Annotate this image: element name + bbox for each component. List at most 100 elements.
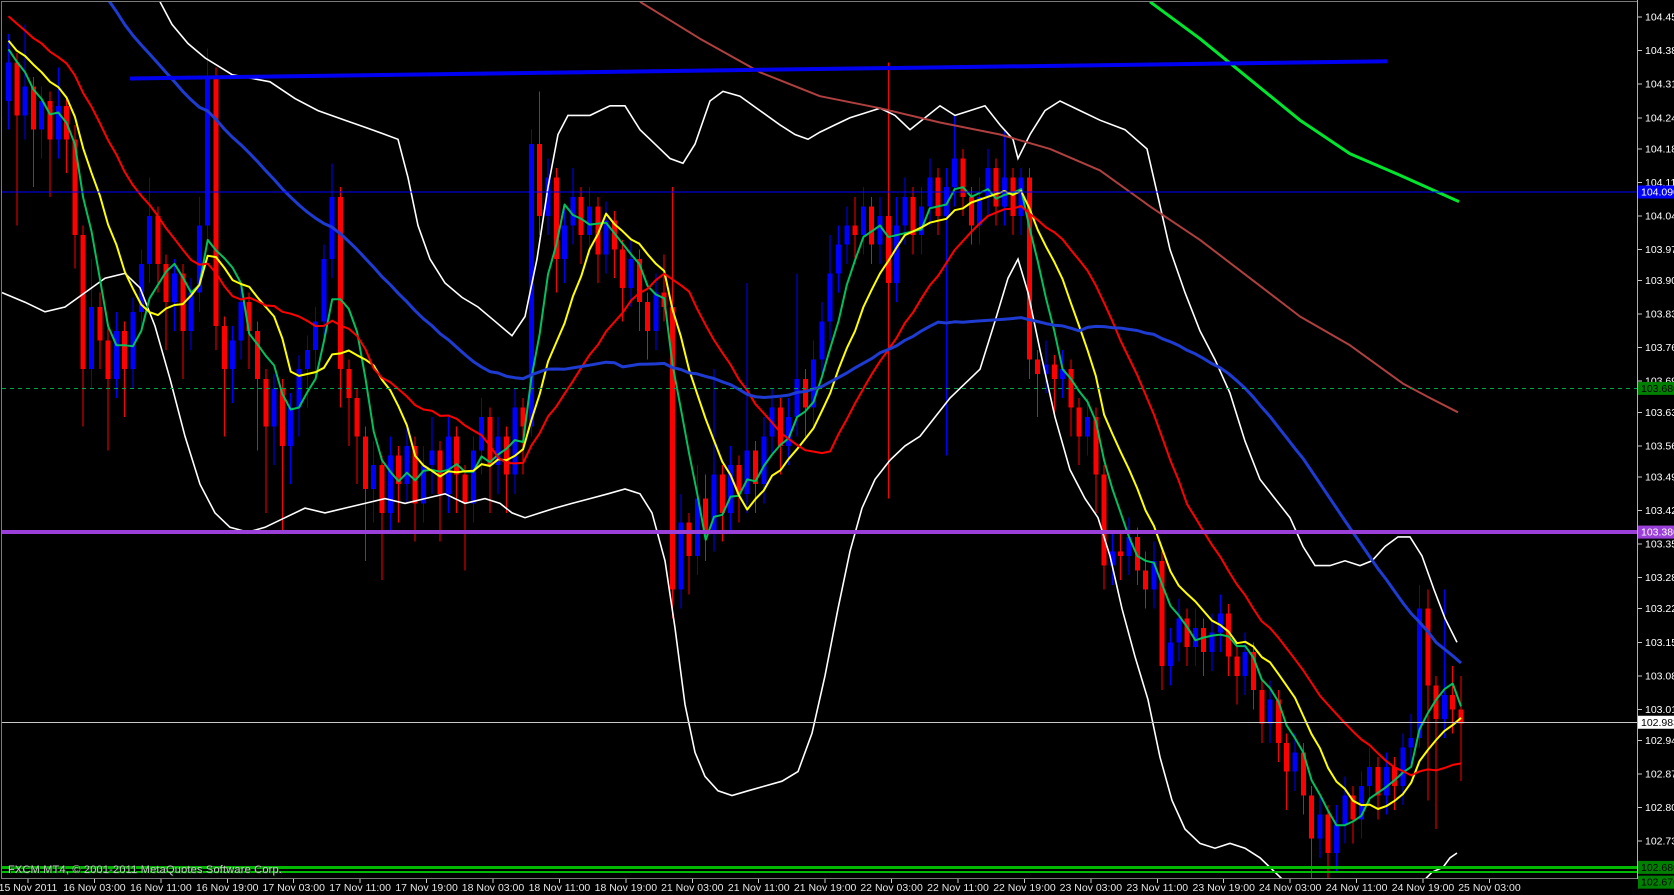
candle-bull	[272, 388, 277, 426]
price-tick-label: 103.905	[1645, 275, 1674, 287]
candle-bull	[172, 273, 177, 302]
time-tick-label: 25 Nov 03:00	[1458, 882, 1521, 894]
candle-bull	[321, 259, 326, 321]
candle-bear	[222, 326, 227, 369]
candle-bear	[155, 216, 160, 264]
candle-bear	[338, 197, 343, 369]
price-tick-label: 103.220	[1645, 603, 1674, 615]
price-tick-label: 104.455	[1645, 12, 1674, 24]
candle-bear	[14, 63, 19, 116]
candle-bear	[1052, 364, 1057, 378]
candle-bull	[836, 245, 841, 274]
price-tick-label: 103.425	[1645, 505, 1674, 517]
price-tick-label: 104.245	[1645, 112, 1674, 124]
hline-green-102680-label: 102.680	[1641, 862, 1674, 874]
candle-bull	[570, 197, 575, 226]
candle-bear	[869, 206, 874, 244]
candle-bull	[56, 106, 61, 140]
candle-bear	[97, 307, 102, 341]
time-tick-label: 18 Nov 11:00	[529, 882, 591, 894]
candle-bear	[579, 197, 584, 235]
candle-bull	[371, 465, 376, 489]
candle-bear	[620, 249, 625, 287]
candle-bull	[819, 321, 824, 359]
candle-bull	[1243, 652, 1248, 676]
price-tick-label: 104.315	[1645, 79, 1674, 91]
price-tick-label: 103.560	[1645, 440, 1674, 452]
candle-bear	[504, 436, 509, 474]
price-tick-label: 104.040	[1645, 210, 1674, 222]
candle-bull	[1293, 752, 1298, 771]
candle-bear	[645, 302, 650, 331]
price-tick-label: 103.355	[1645, 539, 1674, 551]
candle-bull	[653, 293, 658, 331]
candle-bear	[1425, 609, 1430, 686]
candle-bull	[1384, 767, 1389, 796]
time-tick-label: 17 Nov 11:00	[329, 882, 391, 894]
price-tick-label: 103.080	[1645, 670, 1674, 682]
candle-bear	[853, 226, 858, 236]
candle-bear	[1160, 561, 1165, 666]
candle-bear	[1102, 475, 1107, 566]
candle-bear	[537, 144, 542, 216]
candle-bear	[961, 158, 966, 196]
time-tick-label: 23 Nov 19:00	[1193, 882, 1256, 894]
time-tick-label: 23 Nov 03:00	[1060, 882, 1123, 894]
price-tick-label: 103.835	[1645, 309, 1674, 321]
candle-bear	[122, 331, 127, 369]
time-axis[interactable]: 15 Nov 201116 Nov 03:0016 Nov 11:0016 No…	[0, 879, 1521, 894]
price-tick-label: 102.945	[1645, 735, 1674, 747]
time-tick-label: 22 Nov 19:00	[993, 882, 1056, 894]
candle-bull	[861, 206, 866, 235]
candle-bull	[562, 226, 567, 260]
price-tick-label: 102.735	[1645, 836, 1674, 848]
time-tick-label: 21 Nov 19:00	[794, 882, 857, 894]
candle-bull	[1085, 417, 1090, 436]
candle-bull	[89, 307, 94, 369]
time-tick-label: 16 Nov 11:00	[130, 882, 192, 894]
candle-bull	[1168, 642, 1173, 666]
candle-bear	[1259, 690, 1264, 724]
candle-bear	[1185, 618, 1190, 647]
candle-bear	[1326, 815, 1331, 853]
candle-bull	[1317, 815, 1322, 839]
candle-bear	[1201, 628, 1206, 652]
candle-bear	[1077, 408, 1082, 437]
candle-bear	[81, 235, 86, 369]
bid-price-line-label: 102.983	[1641, 717, 1674, 729]
chart-background	[0, 0, 1674, 895]
candle-bull	[131, 312, 136, 369]
candle-bear	[1450, 695, 1455, 709]
candle-bull	[1268, 700, 1273, 724]
price-chart-plot[interactable]: 104.455104.385104.315104.245104.180104.1…	[0, 0, 1674, 895]
candle-bull	[471, 451, 476, 504]
price-tick-label: 103.150	[1645, 637, 1674, 649]
candle-bear	[214, 77, 219, 326]
candle-bear	[454, 436, 459, 474]
time-tick-label: 18 Nov 03:00	[462, 882, 525, 894]
price-tick-label: 104.180	[1645, 143, 1674, 155]
time-tick-label: 17 Nov 03:00	[262, 882, 325, 894]
candle-bear	[1392, 767, 1397, 786]
price-tick-label: 103.970	[1645, 244, 1674, 256]
candle-bull	[429, 451, 434, 465]
candle-bull	[1409, 738, 1414, 748]
time-tick-label: 24 Nov 19:00	[1392, 882, 1455, 894]
candle-bull	[6, 63, 11, 101]
candle-bull	[795, 379, 800, 417]
candle-bull	[828, 273, 833, 321]
candle-bear	[263, 379, 268, 427]
time-tick-label: 23 Nov 11:00	[1126, 882, 1188, 894]
candle-bear	[687, 523, 692, 557]
price-tick-label: 103.630	[1645, 407, 1674, 419]
hline-purple-103380-label: 103.380	[1641, 527, 1674, 539]
candle-bull	[230, 340, 235, 369]
candle-bear	[1143, 570, 1148, 589]
candle-bear	[1284, 743, 1289, 772]
time-tick-label: 24 Nov 03:00	[1259, 882, 1322, 894]
candle-bear	[720, 475, 725, 513]
time-tick-label: 24 Nov 11:00	[1326, 882, 1388, 894]
candle-bull	[761, 436, 766, 484]
candle-bear	[380, 465, 385, 513]
candle-bear	[1234, 657, 1239, 676]
